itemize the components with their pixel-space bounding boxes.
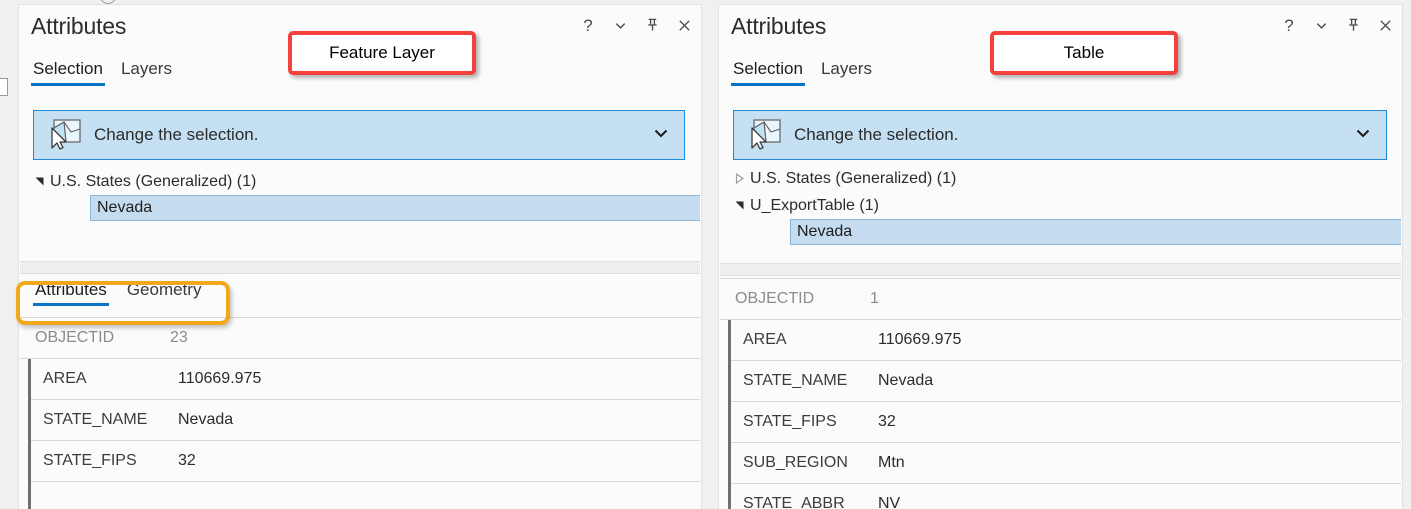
triangle-expanded-icon[interactable] [28, 176, 50, 187]
field-name: STATE_FIPS [31, 452, 178, 470]
select-features-icon [744, 118, 790, 152]
change-selection-label: Change the selection. [794, 125, 958, 145]
field-value: 32 [878, 413, 896, 431]
tree-item-us-states[interactable]: U.S. States (Generalized) (1) [20, 168, 700, 195]
attribute-grid-right: OBJECTID 1 AREA 110669.975 STATE_NAME Ne… [720, 278, 1401, 509]
tree-item-label: U_ExportTable (1) [750, 197, 879, 215]
triangle-collapsed-icon[interactable] [728, 173, 750, 184]
field-name: STATE_NAME [31, 411, 178, 429]
field-value: 32 [178, 452, 196, 470]
tree-item-label: U.S. States (Generalized) (1) [50, 173, 256, 191]
field-name: AREA [31, 370, 178, 388]
field-name: AREA [731, 331, 878, 349]
selection-tree-right: U.S. States (Generalized) (1) U_ExportTa… [720, 165, 1401, 260]
tree-item-nevada[interactable]: Nevada [90, 195, 700, 221]
help-button[interactable]: ? [579, 15, 597, 35]
attribute-grid-body-left: AREA 110669.975 STATE_NAME Nevada STATE_… [28, 359, 700, 509]
callout-table: Table [990, 31, 1178, 75]
table-row[interactable]: STATE_NAME Nevada [31, 400, 700, 441]
field-value: Nevada [878, 372, 933, 390]
attributes-pane-feature-layer: Attributes ? Selection Layers [18, 4, 702, 509]
field-value: NV [878, 495, 900, 509]
pane-splitter-right[interactable] [720, 263, 1401, 276]
tabstrip-right: Selection Layers [731, 59, 874, 86]
table-row[interactable]: AREA 110669.975 [31, 359, 700, 400]
table-row[interactable]: AREA 110669.975 [731, 320, 1401, 361]
change-selection-label: Change the selection. [94, 125, 258, 145]
field-value: Mtn [878, 454, 905, 472]
title-buttons-right: ? [1280, 15, 1394, 35]
triangle-expanded-icon[interactable] [728, 200, 750, 211]
tab-attributes[interactable]: Attributes [33, 280, 109, 306]
tree-item-us-states[interactable]: U.S. States (Generalized) (1) [720, 165, 1401, 192]
chevron-down-icon[interactable] [1354, 126, 1372, 145]
page-title-left: Attributes [31, 13, 126, 40]
change-selection-dropdown-right[interactable]: Change the selection. [733, 110, 1387, 160]
attributes-pane-table: Attributes ? Selection Layers [718, 4, 1403, 509]
edge-artifact-left [0, 78, 8, 96]
field-value: 23 [170, 329, 188, 347]
attribute-grid-left: OBJECTID 23 AREA 110669.975 STATE_NAME N… [20, 317, 700, 509]
tab-geometry[interactable]: Geometry [125, 280, 204, 306]
selection-tree-left: U.S. States (Generalized) (1) Nevada [20, 168, 700, 258]
field-name: STATE_ABBR [731, 495, 878, 509]
field-value: Nevada [178, 411, 233, 429]
close-icon[interactable] [675, 15, 693, 35]
field-value: 110669.975 [878, 331, 961, 349]
table-row[interactable]: SUB_REGION Mtn [731, 443, 1401, 484]
tab-selection[interactable]: Selection [31, 59, 105, 86]
tree-item-label: U.S. States (Generalized) (1) [750, 170, 956, 188]
tabstrip-left: Selection Layers [31, 59, 174, 86]
title-buttons-left: ? [579, 15, 693, 35]
table-row[interactable]: STATE_FIPS 32 [31, 441, 700, 482]
help-button[interactable]: ? [1280, 15, 1298, 35]
page-title-right: Attributes [731, 13, 826, 40]
table-row-partial[interactable] [31, 482, 700, 509]
field-name: STATE_NAME [731, 372, 878, 390]
menu-chevron-button[interactable] [1312, 15, 1330, 35]
close-icon[interactable] [1376, 15, 1394, 35]
tree-item-export-table[interactable]: U_ExportTable (1) [720, 192, 1401, 219]
field-name: OBJECTID [723, 290, 870, 308]
table-row[interactable]: STATE_FIPS 32 [731, 402, 1401, 443]
pin-icon[interactable] [1344, 15, 1362, 35]
table-row[interactable]: OBJECTID 23 [20, 318, 700, 359]
tree-item-label: Nevada [97, 199, 152, 217]
attribute-grid-body-right: AREA 110669.975 STATE_NAME Nevada STATE_… [728, 320, 1401, 509]
table-row[interactable]: STATE_ABBR NV [731, 484, 1401, 509]
change-selection-dropdown-left[interactable]: Change the selection. [33, 110, 685, 160]
select-features-icon [44, 118, 90, 152]
tree-item-nevada[interactable]: Nevada [790, 219, 1401, 245]
field-name: SUB_REGION [731, 454, 878, 472]
screenshot-root: Attributes ? Selection Layers [0, 0, 1411, 509]
subtabs-left: Attributes Geometry [33, 280, 203, 306]
pin-icon[interactable] [643, 15, 661, 35]
tab-selection[interactable]: Selection [731, 59, 805, 86]
field-value: 1 [870, 290, 879, 308]
chevron-down-icon[interactable] [652, 126, 670, 145]
callout-feature-layer: Feature Layer [288, 31, 476, 75]
callout-label: Table [1064, 43, 1105, 63]
pane-splitter-left[interactable] [20, 261, 700, 274]
field-value: 110669.975 [178, 370, 261, 388]
table-row[interactable]: STATE_NAME Nevada [731, 361, 1401, 402]
menu-chevron-button[interactable] [611, 15, 629, 35]
table-row[interactable]: OBJECTID 1 [720, 279, 1401, 320]
callout-label: Feature Layer [329, 43, 435, 63]
field-name: STATE_FIPS [731, 413, 878, 431]
tab-layers[interactable]: Layers [819, 59, 874, 86]
tab-layers[interactable]: Layers [119, 59, 174, 86]
tree-item-label: Nevada [797, 223, 852, 241]
field-name: OBJECTID [23, 329, 170, 347]
